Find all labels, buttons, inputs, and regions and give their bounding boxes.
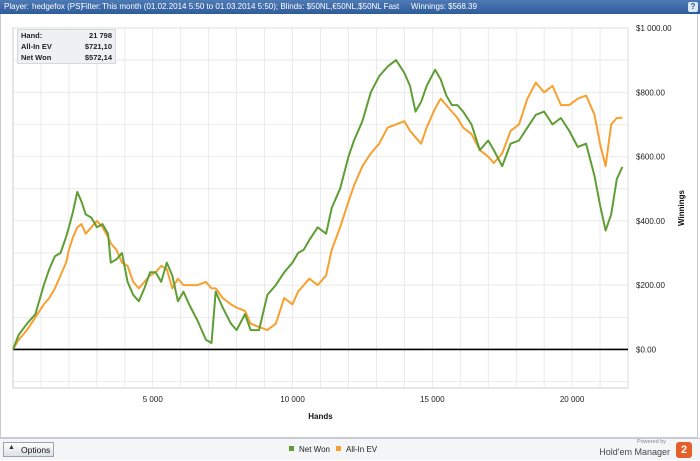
help-button[interactable]: ? [688, 2, 698, 12]
options-button[interactable]: ▲ Options [3, 442, 54, 457]
filter-label: Filter: [81, 2, 101, 11]
filter-header-bar: Player: hedgefox (PS) Filter: This month… [0, 0, 700, 14]
winnings-value: $568.39 [448, 2, 477, 11]
x-tick-label: 15 000 [420, 395, 445, 404]
stat-value: 21 798 [89, 31, 112, 40]
bottom-toolbar: ▲ Options Net Won All-In EV Powered by H… [0, 438, 700, 460]
stat-value: $721,10 [84, 42, 112, 51]
y-tick-label: $0.00 [636, 345, 657, 354]
triangle-up-icon: ▲ [8, 444, 15, 451]
player-value: hedgefox (PS) [32, 2, 84, 11]
y-tick-label: $1 000.00 [636, 24, 672, 33]
stat-row-all-in-ev: All-In EV $721,10 [18, 41, 115, 52]
stat-label: All-In EV [21, 42, 52, 51]
winnings-label: Winnings: [411, 2, 447, 11]
legend-label: Net Won [299, 445, 330, 454]
x-tick-label: 20 000 [560, 395, 585, 404]
options-label: Options [21, 445, 51, 455]
x-tick-label: 10 000 [280, 395, 305, 404]
legend-item-net-won: Net Won [289, 445, 330, 455]
winnings-chart: $0.00 $200.00 $400.00 $600.00 $800.00 $1 000.… [12, 24, 686, 421]
stat-label: Net Won [21, 53, 52, 62]
y-tick-label: $600.00 [636, 153, 665, 162]
x-axis-label: Hands [308, 412, 333, 421]
stat-row-net-won: Net Won $572,14 [18, 52, 115, 63]
y-tick-label: $800.00 [636, 88, 665, 97]
legend-label: All-In EV [346, 445, 378, 454]
hem2-logo-icon: 2 [676, 442, 692, 458]
legend-swatch-net-won [289, 446, 294, 451]
legend-item-all-in-ev: All-In EV [336, 445, 377, 455]
brand-name: Hold'em Manager [599, 447, 670, 457]
stats-summary-box: Hand: 21 798 All-In EV $721,10 Net Won $… [17, 29, 116, 64]
chart-frame: $0.00 $200.00 $400.00 $600.00 $800.00 $1 000.… [0, 14, 698, 438]
powered-by-text: Powered by [636, 439, 666, 445]
stat-row-hands: Hand: 21 798 [18, 30, 115, 41]
legend-swatch-all-in-ev [336, 446, 341, 451]
filter-value: This month (01.02.2014 5:50 to 01.03.201… [102, 2, 400, 11]
y-tick-label: $400.00 [636, 217, 665, 226]
stat-value: $572,14 [84, 53, 112, 62]
y-axis-label: Winnings [677, 189, 686, 225]
player-label: Player: [4, 2, 29, 11]
x-tick-label: 5 000 [143, 395, 164, 404]
y-tick-label: $200.00 [636, 281, 665, 290]
stat-label: Hand: [21, 31, 43, 40]
brand-logo-area: Powered by Hold'em Manager 2 [588, 439, 696, 461]
